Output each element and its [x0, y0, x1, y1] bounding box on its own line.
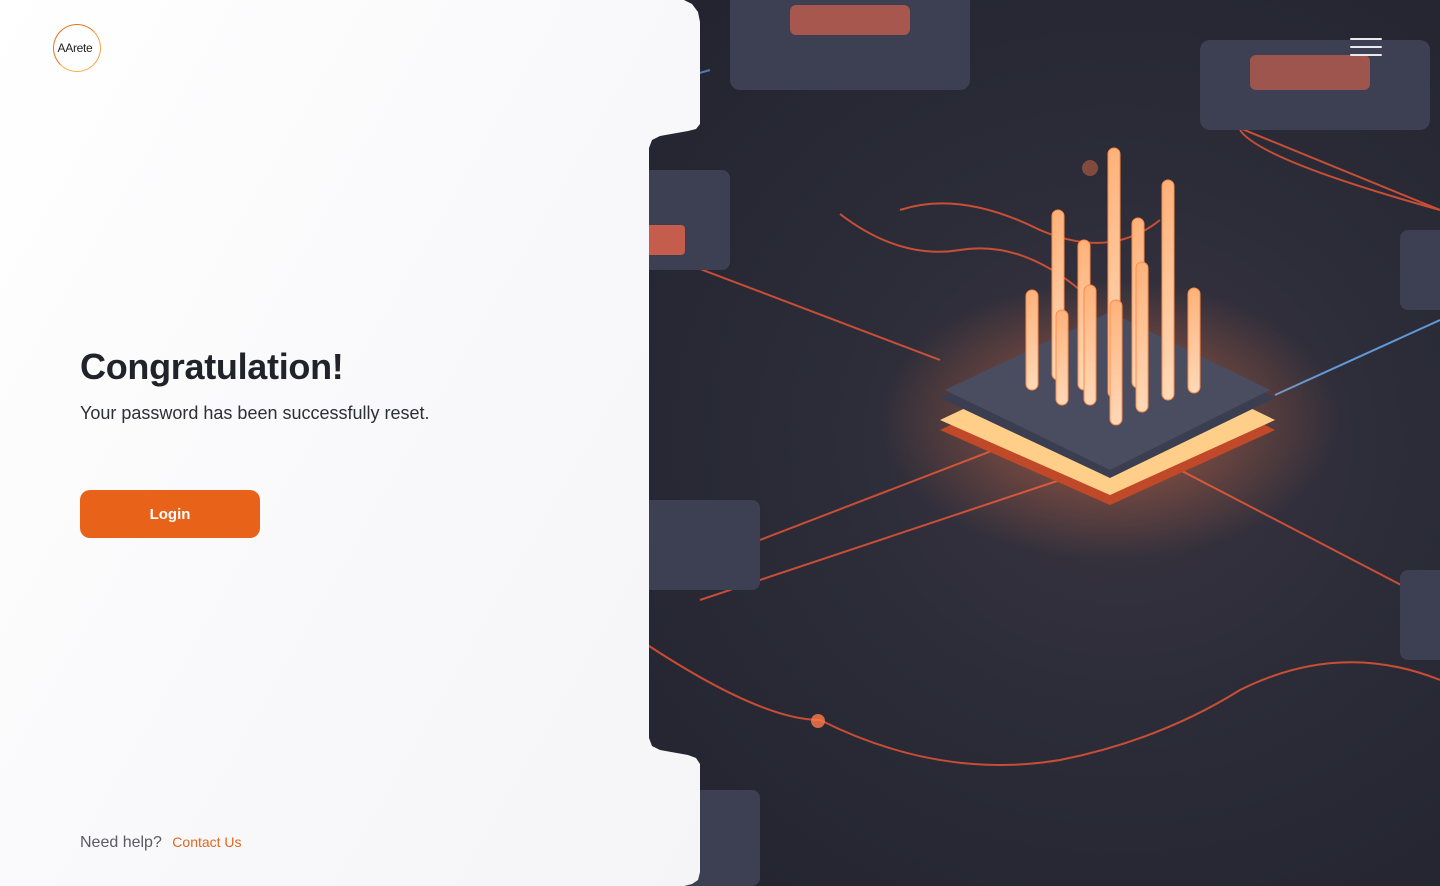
help-footer: Need help? Contact Us	[80, 834, 242, 852]
contact-us-link[interactable]: Contact Us	[172, 834, 241, 850]
circuit-chip-art	[640, 0, 1440, 886]
login-button[interactable]: Login	[80, 490, 260, 538]
hero-illustration	[640, 0, 1440, 886]
aarete-logo[interactable]: AArete	[53, 24, 101, 72]
help-text: Need help?	[80, 834, 162, 851]
page-title: Congratulation!	[80, 346, 344, 387]
hamburger-menu-icon[interactable]	[1350, 38, 1382, 58]
logo-text: AArete	[57, 41, 93, 55]
login-panel: AArete Congratulation! Your password has…	[0, 0, 700, 886]
success-message: Your password has been successfully rese…	[80, 403, 430, 423]
